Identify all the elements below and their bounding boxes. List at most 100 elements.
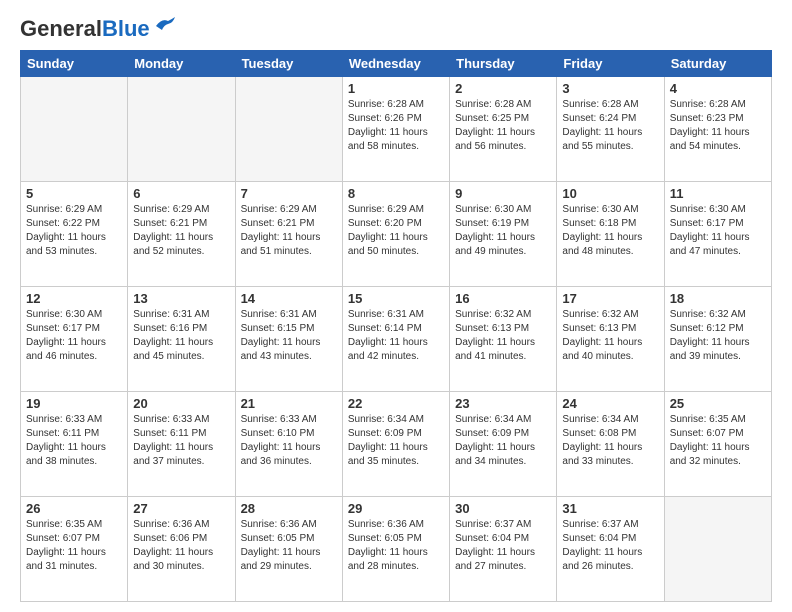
day-number: 11	[670, 186, 766, 201]
day-number: 29	[348, 501, 444, 516]
cell-info: Sunrise: 6:33 AM Sunset: 6:10 PM Dayligh…	[241, 413, 337, 469]
calendar-cell	[235, 77, 342, 182]
cell-info: Sunrise: 6:34 AM Sunset: 6:09 PM Dayligh…	[348, 413, 444, 469]
calendar-cell: 30 Sunrise: 6:37 AM Sunset: 6:04 PM Dayli…	[450, 497, 557, 602]
cell-info: Sunrise: 6:29 AM Sunset: 6:22 PM Dayligh…	[26, 203, 122, 259]
day-number: 22	[348, 396, 444, 411]
calendar-cell: 10Sunrise: 6:30 AM Sunset: 6:18 PM Dayli…	[557, 182, 664, 287]
day-number: 9	[455, 186, 551, 201]
day-number: 7	[241, 186, 337, 201]
calendar-cell: 22 Sunrise: 6:34 AM Sunset: 6:09 PM Dayli…	[342, 392, 449, 497]
day-number: 20	[133, 396, 229, 411]
cell-info: Sunrise: 6:34 AM Sunset: 6:09 PM Dayligh…	[455, 413, 551, 469]
day-number: 19	[26, 396, 122, 411]
calendar-cell: 3Sunrise: 6:28 AM Sunset: 6:24 PM Daylig…	[557, 77, 664, 182]
cell-info: Sunrise: 6:30 AM Sunset: 6:17 PM Dayligh…	[26, 308, 122, 364]
day-number: 24	[562, 396, 658, 411]
day-number: 21	[241, 396, 337, 411]
weekday-header-friday: Friday	[557, 51, 664, 77]
day-number: 27	[133, 501, 229, 516]
day-number: 28	[241, 501, 337, 516]
calendar-cell: 20 Sunrise: 6:33 AM Sunset: 6:11 PM Dayli…	[128, 392, 235, 497]
calendar-cell: 24Sunrise: 6:34 AM Sunset: 6:08 PM Dayli…	[557, 392, 664, 497]
day-number: 6	[133, 186, 229, 201]
page: GeneralBlue SundayMondayTuesdayWednesday…	[0, 0, 792, 612]
cell-info: Sunrise: 6:29 AM Sunset: 6:21 PM Dayligh…	[241, 203, 337, 259]
calendar-cell: 6 Sunrise: 6:29 AM Sunset: 6:21 PM Daylig…	[128, 182, 235, 287]
calendar-cell: 27 Sunrise: 6:36 AM Sunset: 6:06 PM Dayli…	[128, 497, 235, 602]
logo: GeneralBlue	[20, 18, 176, 40]
cell-info: Sunrise: 6:32 AM Sunset: 6:12 PM Dayligh…	[670, 308, 766, 364]
calendar-cell: 2 Sunrise: 6:28 AM Sunset: 6:25 PM Daylig…	[450, 77, 557, 182]
calendar-cell: 5Sunrise: 6:29 AM Sunset: 6:22 PM Daylig…	[21, 182, 128, 287]
cell-info: Sunrise: 6:30 AM Sunset: 6:17 PM Dayligh…	[670, 203, 766, 259]
week-row-5: 26 Sunrise: 6:35 AM Sunset: 6:07 PM Dayli…	[21, 497, 772, 602]
day-number: 15	[348, 291, 444, 306]
cell-info: Sunrise: 6:32 AM Sunset: 6:13 PM Dayligh…	[455, 308, 551, 364]
day-number: 16	[455, 291, 551, 306]
calendar-cell: 4 Sunrise: 6:28 AM Sunset: 6:23 PM Daylig…	[664, 77, 771, 182]
cell-info: Sunrise: 6:28 AM Sunset: 6:25 PM Dayligh…	[455, 98, 551, 154]
weekday-header-wednesday: Wednesday	[342, 51, 449, 77]
week-row-4: 19 Sunrise: 6:33 AM Sunset: 6:11 PM Dayli…	[21, 392, 772, 497]
day-number: 8	[348, 186, 444, 201]
day-number: 25	[670, 396, 766, 411]
cell-info: Sunrise: 6:28 AM Sunset: 6:26 PM Dayligh…	[348, 98, 444, 154]
cell-info: Sunrise: 6:35 AM Sunset: 6:07 PM Dayligh…	[670, 413, 766, 469]
week-row-1: 1 Sunrise: 6:28 AM Sunset: 6:26 PM Daylig…	[21, 77, 772, 182]
calendar-cell: 26 Sunrise: 6:35 AM Sunset: 6:07 PM Dayli…	[21, 497, 128, 602]
day-number: 26	[26, 501, 122, 516]
logo-bird-icon	[154, 16, 176, 34]
cell-info: Sunrise: 6:37 AM Sunset: 6:04 PM Dayligh…	[455, 518, 551, 574]
calendar-cell: 28 Sunrise: 6:36 AM Sunset: 6:05 PM Dayli…	[235, 497, 342, 602]
calendar-cell: 1 Sunrise: 6:28 AM Sunset: 6:26 PM Daylig…	[342, 77, 449, 182]
logo-blue: Blue	[102, 16, 150, 41]
week-row-3: 12 Sunrise: 6:30 AM Sunset: 6:17 PM Dayli…	[21, 287, 772, 392]
cell-info: Sunrise: 6:31 AM Sunset: 6:15 PM Dayligh…	[241, 308, 337, 364]
day-number: 1	[348, 81, 444, 96]
weekday-header-thursday: Thursday	[450, 51, 557, 77]
weekday-header-monday: Monday	[128, 51, 235, 77]
day-number: 18	[670, 291, 766, 306]
calendar-table: SundayMondayTuesdayWednesdayThursdayFrid…	[20, 50, 772, 602]
cell-info: Sunrise: 6:28 AM Sunset: 6:24 PM Dayligh…	[562, 98, 658, 154]
calendar-cell: 19Sunrise: 6:33 AM Sunset: 6:11 PM Dayli…	[21, 392, 128, 497]
day-number: 23	[455, 396, 551, 411]
logo-text: GeneralBlue	[20, 18, 150, 40]
day-number: 2	[455, 81, 551, 96]
calendar-cell	[128, 77, 235, 182]
calendar-cell: 9 Sunrise: 6:30 AM Sunset: 6:19 PM Daylig…	[450, 182, 557, 287]
calendar-cell: 7 Sunrise: 6:29 AM Sunset: 6:21 PM Daylig…	[235, 182, 342, 287]
calendar-cell: 25 Sunrise: 6:35 AM Sunset: 6:07 PM Dayli…	[664, 392, 771, 497]
day-number: 4	[670, 81, 766, 96]
day-number: 31	[562, 501, 658, 516]
calendar-cell: 29 Sunrise: 6:36 AM Sunset: 6:05 PM Dayli…	[342, 497, 449, 602]
cell-info: Sunrise: 6:30 AM Sunset: 6:19 PM Dayligh…	[455, 203, 551, 259]
cell-info: Sunrise: 6:31 AM Sunset: 6:16 PM Dayligh…	[133, 308, 229, 364]
weekday-header-row: SundayMondayTuesdayWednesdayThursdayFrid…	[21, 51, 772, 77]
cell-info: Sunrise: 6:36 AM Sunset: 6:05 PM Dayligh…	[241, 518, 337, 574]
calendar-cell	[664, 497, 771, 602]
cell-info: Sunrise: 6:35 AM Sunset: 6:07 PM Dayligh…	[26, 518, 122, 574]
day-number: 17	[562, 291, 658, 306]
calendar-cell: 12 Sunrise: 6:30 AM Sunset: 6:17 PM Dayli…	[21, 287, 128, 392]
cell-info: Sunrise: 6:29 AM Sunset: 6:20 PM Dayligh…	[348, 203, 444, 259]
cell-info: Sunrise: 6:36 AM Sunset: 6:06 PM Dayligh…	[133, 518, 229, 574]
cell-info: Sunrise: 6:33 AM Sunset: 6:11 PM Dayligh…	[133, 413, 229, 469]
day-number: 14	[241, 291, 337, 306]
day-number: 12	[26, 291, 122, 306]
logo-general: General	[20, 16, 102, 41]
calendar-cell: 8 Sunrise: 6:29 AM Sunset: 6:20 PM Daylig…	[342, 182, 449, 287]
cell-info: Sunrise: 6:36 AM Sunset: 6:05 PM Dayligh…	[348, 518, 444, 574]
day-number: 10	[562, 186, 658, 201]
weekday-header-saturday: Saturday	[664, 51, 771, 77]
calendar-cell: 15Sunrise: 6:31 AM Sunset: 6:14 PM Dayli…	[342, 287, 449, 392]
calendar-cell: 23 Sunrise: 6:34 AM Sunset: 6:09 PM Dayli…	[450, 392, 557, 497]
cell-info: Sunrise: 6:29 AM Sunset: 6:21 PM Dayligh…	[133, 203, 229, 259]
calendar-cell: 16 Sunrise: 6:32 AM Sunset: 6:13 PM Dayli…	[450, 287, 557, 392]
day-number: 13	[133, 291, 229, 306]
day-number: 30	[455, 501, 551, 516]
calendar-cell: 31Sunrise: 6:37 AM Sunset: 6:04 PM Dayli…	[557, 497, 664, 602]
header: GeneralBlue	[20, 18, 772, 40]
cell-info: Sunrise: 6:28 AM Sunset: 6:23 PM Dayligh…	[670, 98, 766, 154]
